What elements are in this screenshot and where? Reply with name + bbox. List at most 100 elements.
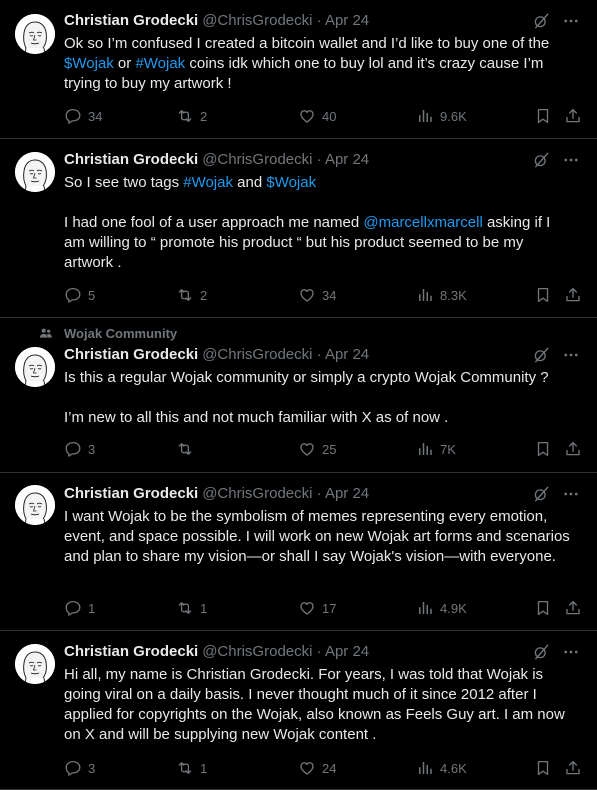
views-button[interactable]: 9.6K [416,106,467,126]
views-icon [416,440,434,458]
post-text: Is this a regular Wojak community or sim… [64,368,575,428]
post-link[interactable]: $Wojak [266,174,316,191]
repost-button[interactable]: 2 [176,106,207,126]
avatar[interactable] [15,14,55,54]
reply-icon [64,286,82,304]
repost-button[interactable]: 1 [176,758,207,778]
repost-button[interactable]: 2 [176,285,207,305]
bookmark-icon [534,440,552,458]
post-text-segment: I had one fool of a user approach me nam… [64,214,360,231]
reply-button[interactable]: 5 [64,285,95,305]
more-icon[interactable] [561,642,581,662]
author-handle-date[interactable]: @ChrisGrodecki · Apr 24 [202,150,369,170]
author-name[interactable]: Christian Grodecki [64,150,198,170]
post-actions: 3 25 7K [64,439,581,459]
grok-icon[interactable] [531,484,551,504]
reply-icon [64,599,82,617]
timeline-feed: Christian Grodecki @ChrisGrodecki · Apr 2… [0,0,597,790]
author-handle-date[interactable]: @ChrisGrodecki · Apr 24 [202,11,369,31]
repost-button[interactable]: 1 [176,598,207,618]
like-icon [298,286,316,304]
post[interactable]: Christian Grodecki @ChrisGrodecki · Apr 2… [0,139,597,318]
like-count: 40 [322,108,337,124]
grok-icon[interactable] [531,642,551,662]
post-header: Christian Grodecki @ChrisGrodecki · Apr 2… [64,345,581,365]
reply-button[interactable]: 1 [64,598,95,618]
reply-button[interactable]: 3 [64,439,95,459]
views-count: 8.3K [440,287,467,303]
views-icon [416,107,434,125]
community-icon [39,326,64,340]
author-handle-date[interactable]: @ChrisGrodecki · Apr 24 [202,345,369,365]
reply-count: 3 [88,441,96,457]
like-button[interactable]: 34 [298,285,336,305]
reply-button[interactable]: 34 [64,106,102,126]
share-button[interactable] [564,106,582,126]
more-icon[interactable] [561,484,581,504]
post[interactable]: Christian Grodecki @ChrisGrodecki · Apr 2… [0,473,597,631]
author-name[interactable]: Christian Grodecki [64,484,198,504]
post-actions: 34 2 40 9.6K [64,106,581,126]
views-count: 7K [440,441,456,457]
post-text-segment: or [113,55,136,72]
avatar[interactable] [15,644,55,684]
more-icon[interactable] [561,150,581,170]
share-button[interactable] [564,758,582,778]
bookmark-button[interactable] [534,285,552,305]
post-header: Christian Grodecki @ChrisGrodecki · Apr 2… [64,11,581,31]
post-header-icons [531,484,581,504]
post-text-segment: Ok so I’m confused I created a bitcoin w… [64,35,554,52]
like-button[interactable]: 17 [298,598,336,618]
post-header-icons [531,150,581,170]
views-button[interactable]: 8.3K [416,285,467,305]
post[interactable]: Christian Grodecki @ChrisGrodecki · Apr 2… [0,0,597,139]
grok-icon[interactable] [531,150,551,170]
more-icon[interactable] [561,345,581,365]
share-button[interactable] [564,285,582,305]
like-button[interactable]: 24 [298,758,336,778]
post-link[interactable]: @marcellxmarcell [363,214,482,231]
share-icon [564,440,582,458]
author-handle-date[interactable]: @ChrisGrodecki · Apr 24 [202,642,369,662]
like-icon [298,759,316,777]
like-button[interactable]: 40 [298,106,336,126]
bookmark-button[interactable] [534,439,552,459]
grok-icon[interactable] [531,11,551,31]
like-icon [298,440,316,458]
grok-icon[interactable] [531,345,551,365]
bookmark-icon [534,286,552,304]
author-name[interactable]: Christian Grodecki [64,345,198,365]
views-button[interactable]: 4.9K [416,598,467,618]
post[interactable]: Christian Grodecki @ChrisGrodecki · Apr 2… [0,631,597,790]
views-count: 4.9K [440,600,467,616]
like-icon [298,107,316,125]
post-link[interactable]: $Wojak [64,55,114,72]
bookmark-button[interactable] [534,106,552,126]
avatar[interactable] [15,347,55,387]
avatar[interactable] [15,485,55,525]
post-header-icons [531,345,581,365]
bookmark-button[interactable] [534,598,552,618]
post-link[interactable]: #Wojak [135,55,185,72]
repost-button[interactable] [176,439,194,459]
avatar[interactable] [15,152,55,192]
author-handle-date[interactable]: @ChrisGrodecki · Apr 24 [202,484,369,504]
like-button[interactable]: 25 [298,439,336,459]
share-button[interactable] [564,439,582,459]
post-link[interactable]: #Wojak [183,174,233,191]
more-icon[interactable] [561,11,581,31]
like-count: 17 [322,600,337,616]
author-name[interactable]: Christian Grodecki [64,642,198,662]
views-icon [416,759,434,777]
reply-button[interactable]: 3 [64,758,95,778]
community-label[interactable]: Wojak Community [39,325,177,341]
views-button[interactable]: 7K [416,439,456,459]
share-icon [564,599,582,617]
share-button[interactable] [564,598,582,618]
bookmark-button[interactable] [534,758,552,778]
author-name[interactable]: Christian Grodecki [64,11,198,31]
post-text: Ok so I’m confused I created a bitcoin w… [64,34,575,94]
share-icon [564,107,582,125]
post[interactable]: Wojak Community Christian Grodecki @ChrisG… [0,318,597,473]
views-button[interactable]: 4.6K [416,758,467,778]
